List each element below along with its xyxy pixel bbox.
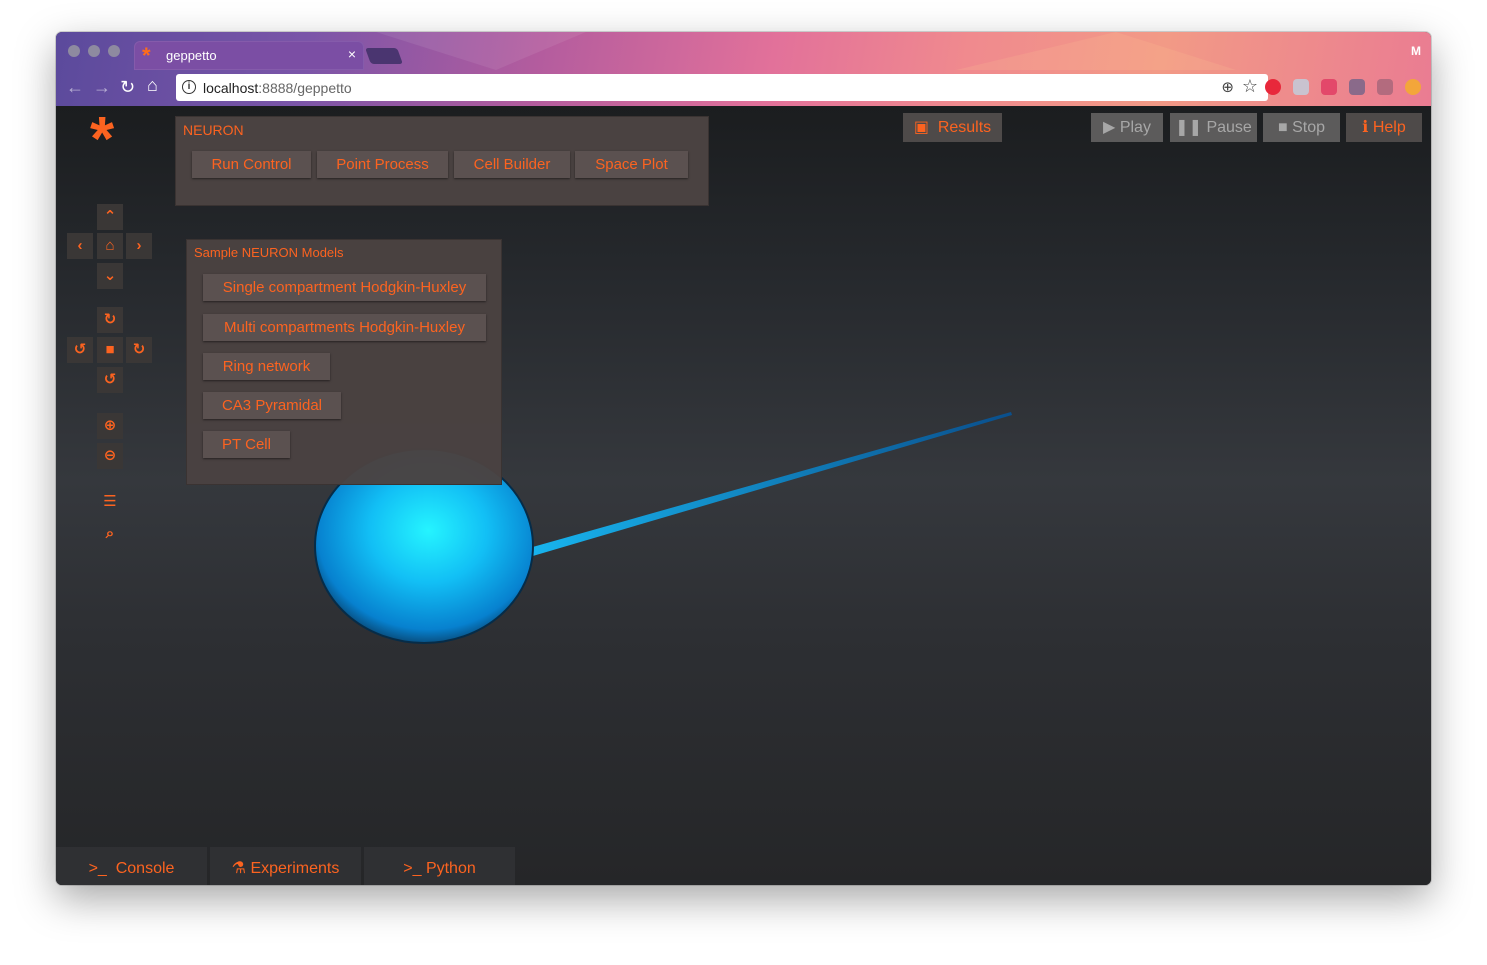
geppetto-logo-icon: *: [90, 105, 115, 174]
results-label: Results: [937, 119, 992, 136]
run-control-button[interactable]: Run Control: [192, 151, 311, 178]
3d-canvas[interactable]: [56, 106, 1431, 885]
update-extension-icon[interactable]: [1405, 79, 1421, 95]
reload-icon[interactable]: ↻: [120, 77, 135, 98]
titlebar-decoration: [956, 32, 1236, 70]
url-text: localhost:8888/geppetto: [203, 80, 352, 96]
terminal-icon: >_: [88, 860, 107, 877]
python-label: Python: [425, 860, 476, 877]
console-tab[interactable]: >_ Console: [56, 847, 207, 885]
sample-single-hh-button[interactable]: Single compartment Hodgkin-Huxley: [203, 274, 486, 301]
browser-tab[interactable]: * geppetto ×: [134, 41, 364, 70]
space-plot-button[interactable]: Space Plot: [575, 151, 688, 178]
close-window-button[interactable]: [68, 45, 80, 57]
tab-title: geppetto: [166, 48, 217, 63]
rotate-up-icon[interactable]: ↻: [97, 307, 123, 333]
play-button[interactable]: ▶ Play: [1091, 113, 1163, 142]
stop-label: Stop: [1292, 119, 1326, 136]
zoom-icon[interactable]: ⊕: [1221, 78, 1234, 96]
url-host: localhost: [203, 80, 259, 96]
sample-models-title: Sample NEURON Models: [194, 245, 344, 260]
flask-icon: ⚗: [231, 860, 246, 877]
browser-titlebar: * geppetto × M ← → ↻ ⌂ i localhost:8888/…: [56, 32, 1431, 106]
help-label: Help: [1372, 119, 1406, 136]
results-icon: ▣: [913, 119, 929, 136]
back-arrow-icon[interactable]: ←: [66, 77, 84, 98]
cast-extension-icon[interactable]: [1377, 79, 1393, 95]
forward-arrow-icon[interactable]: →: [93, 77, 111, 98]
site-info-icon[interactable]: i: [182, 80, 196, 94]
ai-extension-icon[interactable]: [1321, 79, 1337, 95]
play-icon: ▶: [1103, 119, 1116, 136]
sample-ring-network-button[interactable]: Ring network: [203, 353, 330, 380]
zoom-in-icon[interactable]: ⊕: [97, 413, 123, 439]
geppetto-app: * ⌃ ‹ ⌂ › ⌄ ↻ ↺ ■ ↻ ↺ ⊕ ⊖ ☰ ⌕ NEURON Run…: [56, 106, 1431, 885]
pause-label: Pause: [1206, 119, 1252, 136]
stop-icon: ■: [1277, 119, 1288, 136]
sample-models-panel: Sample NEURON Models Single compartment …: [186, 239, 502, 485]
info-icon: ℹ: [1362, 119, 1369, 136]
home-view-icon[interactable]: ⌂: [97, 233, 123, 259]
rotate-down-icon[interactable]: ↺: [97, 367, 123, 393]
address-bar[interactable]: i localhost:8888/geppetto ⊕ ☆: [176, 74, 1268, 101]
rotate-left-icon[interactable]: ↺: [67, 337, 93, 363]
pause-icon: ❚❚: [1175, 119, 1202, 136]
point-process-button[interactable]: Point Process: [317, 151, 448, 178]
play-label: Play: [1119, 119, 1151, 136]
pan-up-icon[interactable]: ⌃: [97, 204, 123, 230]
titlebar-decoration: [376, 32, 586, 70]
experiments-tab[interactable]: ⚗ Experiments: [210, 847, 361, 885]
help-button[interactable]: ℹ Help: [1346, 113, 1422, 142]
experiments-label: Experiments: [250, 860, 340, 877]
chat-extension-icon[interactable]: [1293, 79, 1309, 95]
pan-right-icon[interactable]: ›: [126, 233, 152, 259]
neuron-toolbar-panel: NEURON Run Control Point Process Cell Bu…: [175, 116, 709, 206]
cell-builder-button[interactable]: Cell Builder: [454, 151, 570, 178]
rotate-right-icon[interactable]: ↻: [126, 337, 152, 363]
sample-ca3-pyramidal-button[interactable]: CA3 Pyramidal: [203, 392, 341, 419]
profile-button[interactable]: M: [1411, 44, 1421, 58]
camera-reset-icon[interactable]: ■: [97, 337, 123, 363]
home-icon[interactable]: ⌂: [147, 75, 158, 96]
minimize-window-button[interactable]: [88, 45, 100, 57]
close-tab-icon[interactable]: ×: [348, 46, 356, 62]
stop-button[interactable]: ■ Stop: [1263, 113, 1340, 142]
search-icon[interactable]: ⌕: [97, 521, 123, 547]
pause-button[interactable]: ❚❚ Pause: [1170, 113, 1257, 142]
zoom-out-icon[interactable]: ⊖: [97, 443, 123, 469]
terminal-icon: >_: [403, 860, 422, 877]
browser-window: * geppetto × M ← → ↻ ⌂ i localhost:8888/…: [56, 32, 1431, 885]
neuron-panel-title: NEURON: [183, 122, 244, 138]
mail-extension-icon[interactable]: [1349, 79, 1365, 95]
pan-down-icon[interactable]: ⌄: [97, 263, 123, 289]
geppetto-favicon-icon: *: [142, 43, 151, 68]
results-button[interactable]: ▣ Results: [903, 113, 1002, 142]
new-tab-button[interactable]: [365, 48, 403, 64]
console-label: Console: [115, 860, 175, 877]
sample-multi-hh-button[interactable]: Multi compartments Hodgkin-Huxley: [203, 314, 486, 341]
bookmark-star-icon[interactable]: ☆: [1242, 76, 1258, 97]
pan-left-icon[interactable]: ‹: [67, 233, 93, 259]
neurite-dendrite[interactable]: [522, 412, 1012, 558]
maximize-window-button[interactable]: [108, 45, 120, 57]
url-path: :8888/geppetto: [258, 80, 352, 96]
sample-pt-cell-button[interactable]: PT Cell: [203, 431, 290, 458]
python-tab[interactable]: >_ Python: [364, 847, 515, 885]
list-view-icon[interactable]: ☰: [97, 489, 123, 515]
opera-extension-icon[interactable]: [1265, 79, 1281, 95]
